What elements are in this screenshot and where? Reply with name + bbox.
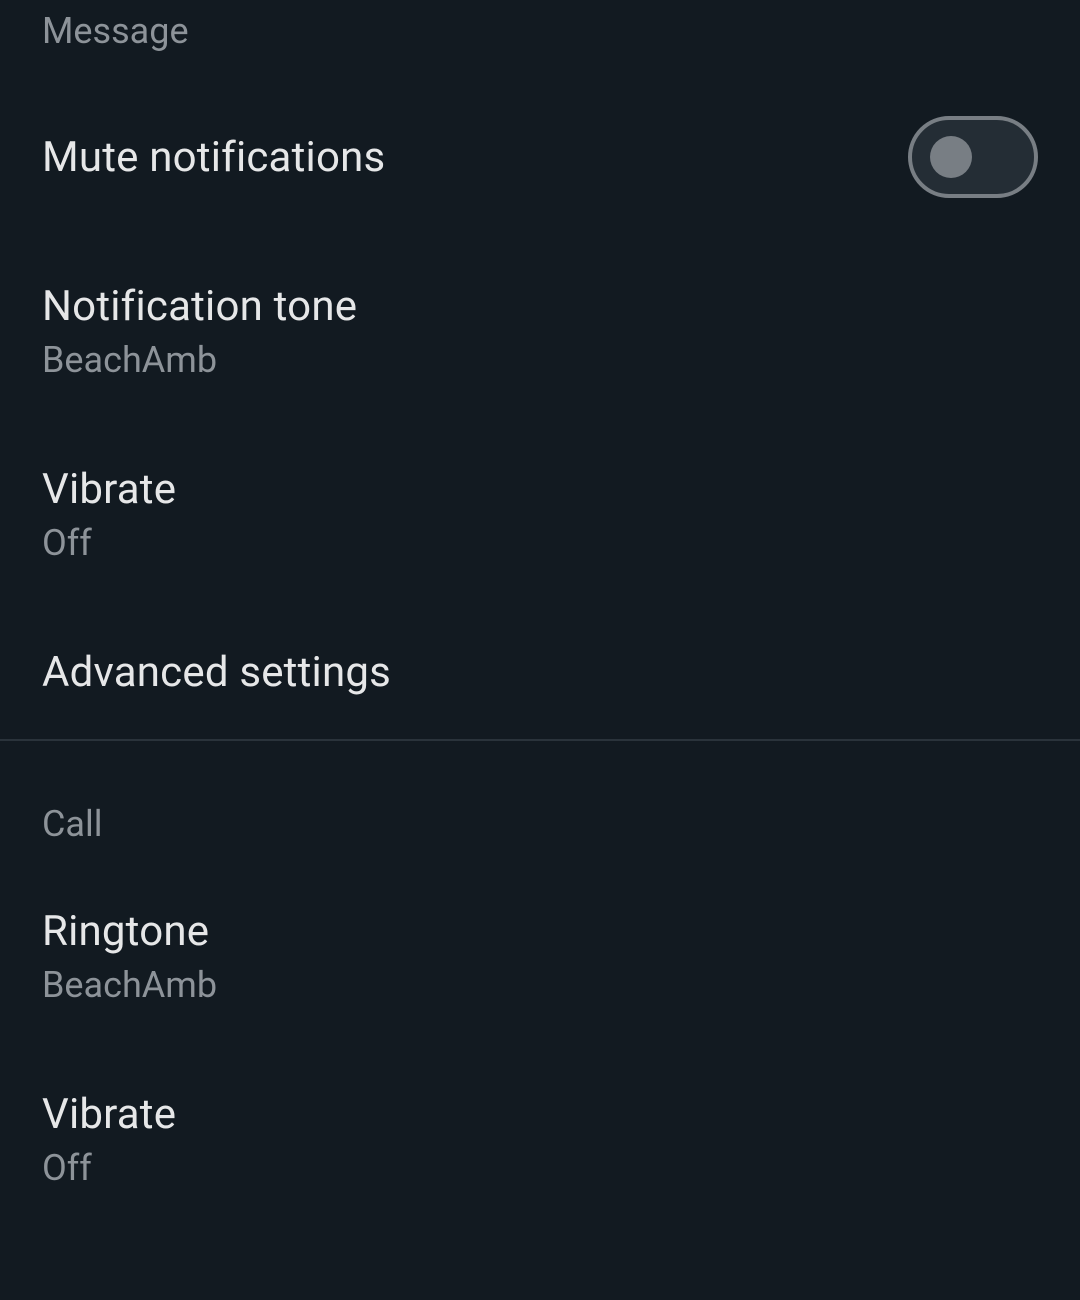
advanced-settings-label: Advanced settings <box>42 648 391 697</box>
advanced-settings-row[interactable]: Advanced settings <box>0 606 1080 739</box>
ringtone-value: BeachAmb <box>42 964 217 1006</box>
toggle-knob-icon <box>930 136 972 178</box>
message-section-header: Message <box>0 0 1080 74</box>
ringtone-row[interactable]: Ringtone BeachAmb <box>0 865 1080 1048</box>
notification-tone-value: BeachAmb <box>42 339 357 381</box>
message-vibrate-value: Off <box>42 522 176 564</box>
notification-tone-row[interactable]: Notification tone BeachAmb <box>0 240 1080 423</box>
ringtone-label: Ringtone <box>42 907 217 956</box>
call-vibrate-row[interactable]: Vibrate Off <box>0 1048 1080 1231</box>
message-vibrate-row[interactable]: Vibrate Off <box>0 423 1080 606</box>
notification-tone-label: Notification tone <box>42 282 357 331</box>
mute-notifications-toggle[interactable] <box>908 116 1038 198</box>
mute-notifications-label: Mute notifications <box>42 133 385 182</box>
call-vibrate-value: Off <box>42 1147 176 1189</box>
message-vibrate-label: Vibrate <box>42 465 176 514</box>
call-section-header: Call <box>0 803 1080 865</box>
mute-notifications-row[interactable]: Mute notifications <box>0 74 1080 240</box>
call-vibrate-label: Vibrate <box>42 1090 176 1139</box>
